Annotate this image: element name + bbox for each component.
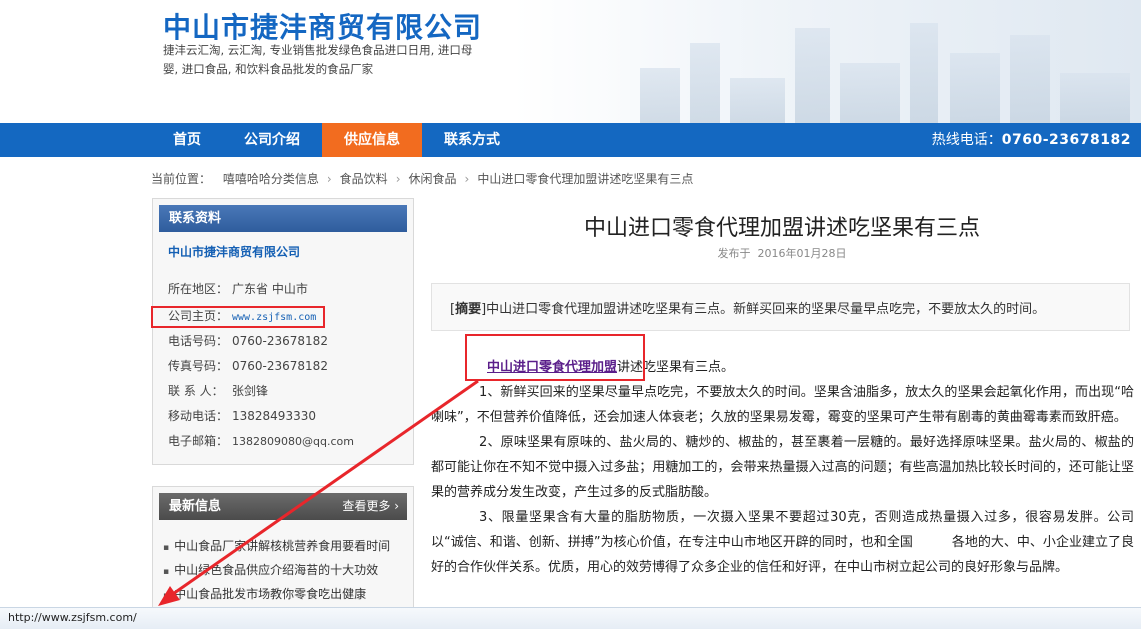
article-title: 中山进口零食代理加盟讲述吃坚果有三点: [583, 216, 980, 241]
contact-value: 0760-23678182: [232, 334, 328, 348]
breadcrumb-item[interactable]: 休闲食品: [409, 172, 457, 186]
contact-label: 电话号码：: [168, 334, 229, 348]
date-label: 发布于: [717, 247, 751, 260]
link-highlight-box: [465, 334, 645, 381]
breadcrumb-current: 中山进口零食代理加盟讲述吃坚果有三点: [477, 172, 694, 186]
company-title: 中山市捷沣商贸有限公司: [163, 11, 483, 44]
hotline: 热线电话：0760-23678182: [932, 123, 1131, 157]
contact-label: 电子邮箱：: [168, 434, 229, 448]
contact-label: 所在地区：: [168, 282, 229, 296]
news-item[interactable]: 中山食品厂家讲解核桃营养食用要看时间: [163, 537, 390, 554]
article-paragraph: 1、新鲜买回来的坚果尽量早点吃完，不要放太久的时间。坚果含油脂多，放太久的坚果会…: [431, 385, 1134, 425]
contact-label: 传真号码：: [168, 359, 229, 373]
homepage-highlight-box: [151, 306, 325, 328]
contact-company-name[interactable]: 中山市捷沣商贸有限公司: [168, 243, 300, 260]
view-more-link[interactable]: 查看更多 ›: [342, 493, 399, 520]
site-header: 中山市捷沣商贸有限公司 捷沣云汇淘, 云汇淘, 专业销售批发绿色食品进口日用, …: [0, 0, 1141, 123]
contact-panel-title: 联系资料: [159, 205, 407, 232]
article-date: 发布于 2016年01月28日: [430, 245, 1134, 261]
contact-row-mobile: 移动电话： 13828493330: [168, 407, 316, 424]
article-paragraph: 2、原味坚果有原味的、盐火局的、糖炒的、椒盐的，甚至裹着一层糖的。最好选择原味坚…: [431, 435, 1134, 500]
contact-row-region: 所在地区： 广东省 中山市: [168, 280, 308, 297]
contact-label: 联 系 人：: [168, 384, 224, 398]
nav-home[interactable]: 首页: [155, 123, 219, 157]
contact-value: 0760-23678182: [232, 359, 328, 373]
contact-row-phone: 电话号码： 0760-23678182: [168, 332, 328, 349]
contact-value: 广东省 中山市: [232, 282, 308, 296]
contact-row-person: 联 系 人： 张剑锋: [168, 382, 268, 399]
hotline-number: 0760-23678182: [1001, 132, 1131, 148]
nav-about[interactable]: 公司介绍: [226, 123, 318, 157]
breadcrumb: 当前位置： 嘻嘻哈哈分类信息 › 食品饮料 › 休闲食品 › 中山进口零食代理加盟讲述吃坚果…: [151, 170, 693, 187]
view-more-label: 查看更多: [342, 499, 391, 513]
company-description: 捷沣云汇淘, 云汇淘, 专业销售批发绿色食品进口日用, 进口母婴, 进口食品, …: [163, 43, 473, 76]
date-value: 2016年01月28日: [757, 247, 847, 260]
article-summary: [摘要]中山进口零食代理加盟讲述吃坚果有三点。新鲜买回来的坚果尽量早点吃完，不要…: [431, 283, 1130, 331]
article-body: 中山进口零食代理加盟讲述吃坚果有三点。 1、新鲜买回来的坚果尽量早点吃完，不要放…: [431, 355, 1134, 580]
city-skyline-banner: [620, 10, 1141, 123]
contact-value: 张剑锋: [232, 384, 269, 398]
chevron-right-icon: ›: [390, 499, 399, 513]
browser-status-bar: http://www.zsjfsm.com/: [0, 607, 1141, 629]
contact-panel: 联系资料 中山市捷沣商贸有限公司 所在地区： 广东省 中山市 公司主页： www.z…: [152, 198, 414, 465]
contact-email[interactable]: 1382809080@qq.com: [232, 435, 354, 448]
breadcrumb-separator: ›: [395, 172, 401, 186]
breadcrumb-item[interactable]: 嘻嘻哈哈分类信息: [223, 172, 319, 186]
contact-value: 13828493330: [232, 409, 316, 423]
contact-label: 移动电话：: [168, 409, 229, 423]
hotline-label: 热线电话：: [931, 132, 1002, 148]
latest-panel-header: 最新信息 查看更多 ›: [159, 493, 407, 520]
latest-info-panel: 最新信息 查看更多 › 中山食品厂家讲解核桃营养食用要看时间 中山绿色食品供应介…: [152, 486, 414, 616]
summary-tag: 摘要: [455, 302, 482, 317]
latest-panel-title: 最新信息: [169, 499, 222, 514]
breadcrumb-prefix: 当前位置：: [151, 172, 212, 186]
article-paragraph: 3、限量坚果含有大量的脂肪物质，一次摄入坚果不要超过30克，否则造成热量摄入过多…: [431, 510, 1134, 575]
nav-supply[interactable]: 供应信息: [322, 123, 422, 157]
contact-row-fax: 传真号码： 0760-23678182: [168, 357, 328, 374]
breadcrumb-item[interactable]: 食品饮料: [340, 172, 388, 186]
status-bar-url: http://www.zsjfsm.com/: [8, 611, 137, 624]
main-nav: 首页 公司介绍 供应信息 联系方式 热线电话：0760-23678182: [0, 123, 1141, 157]
breadcrumb-separator: ›: [326, 172, 332, 186]
news-item[interactable]: 中山食品批发市场教你零食吃出健康: [163, 585, 366, 602]
nav-contact[interactable]: 联系方式: [424, 123, 520, 157]
contact-row-email: 电子邮箱： 1382809080@qq.com: [168, 432, 354, 449]
breadcrumb-separator: ›: [464, 172, 470, 186]
summary-text: 中山进口零食代理加盟讲述吃坚果有三点。新鲜买回来的坚果尽量早点吃完，不要放太久的…: [486, 302, 1046, 317]
news-item[interactable]: 中山绿色食品供应介绍海苔的十大功效: [163, 561, 378, 578]
